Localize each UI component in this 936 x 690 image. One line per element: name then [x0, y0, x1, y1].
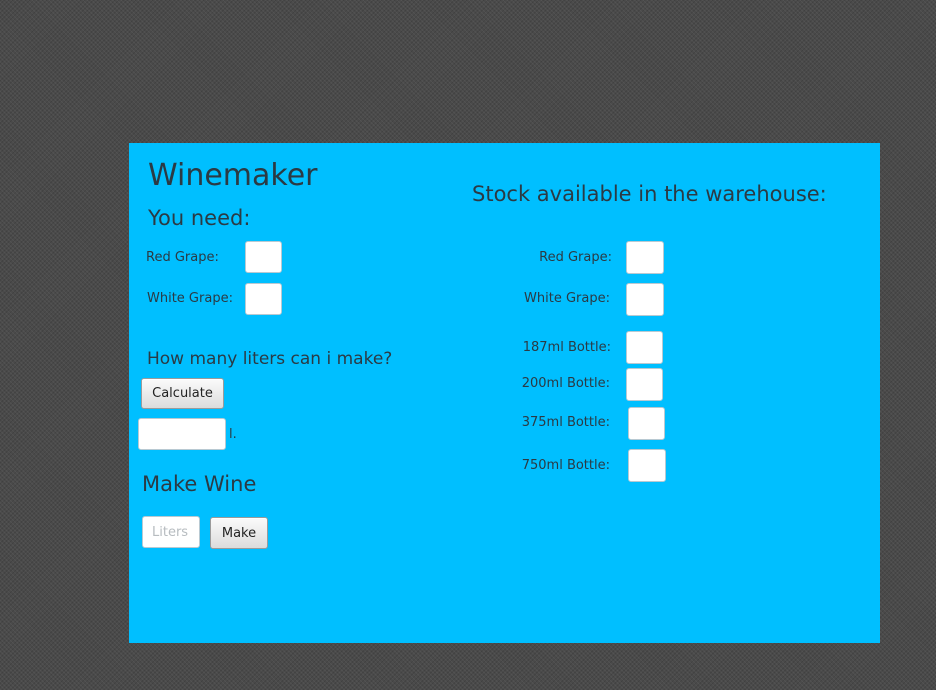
- winemaker-panel: Winemaker You need: Red Grape: White Gra…: [129, 143, 880, 643]
- need-red-grape-field[interactable]: [245, 241, 282, 273]
- calculate-button[interactable]: Calculate: [141, 378, 224, 409]
- stock-red-grape-field[interactable]: [626, 241, 664, 274]
- stock-187ml-bottle-label: 187ml Bottle:: [522, 340, 611, 355]
- how-many-liters-question: How many liters can i make?: [147, 349, 393, 369]
- stock-750ml-bottle-field[interactable]: [628, 449, 666, 482]
- stock-750ml-bottle-label: 750ml Bottle:: [521, 458, 610, 473]
- make-wine-heading: Make Wine: [142, 472, 257, 496]
- stock-200ml-bottle-field[interactable]: [626, 368, 663, 401]
- stock-375ml-bottle-field[interactable]: [628, 407, 665, 440]
- stock-187ml-bottle-field[interactable]: [626, 331, 663, 364]
- need-white-grape-field[interactable]: [245, 283, 282, 315]
- stock-375ml-bottle-label: 375ml Bottle:: [521, 415, 610, 430]
- need-white-grape-label: White Grape:: [147, 291, 233, 306]
- stock-white-grape-field[interactable]: [626, 283, 664, 316]
- make-liters-input[interactable]: [142, 516, 200, 548]
- app-title: Winemaker: [148, 158, 318, 193]
- stock-red-grape-label: Red Grape:: [539, 250, 612, 265]
- liters-result-field[interactable]: [138, 418, 226, 450]
- make-button[interactable]: Make: [210, 517, 268, 549]
- liters-unit-label: l.: [229, 427, 237, 442]
- stock-white-grape-label: White Grape:: [524, 291, 610, 306]
- stock-200ml-bottle-label: 200ml Bottle:: [521, 376, 610, 391]
- need-red-grape-label: Red Grape:: [146, 250, 219, 265]
- you-need-heading: You need:: [148, 206, 251, 230]
- stock-heading: Stock available in the warehouse:: [472, 182, 827, 206]
